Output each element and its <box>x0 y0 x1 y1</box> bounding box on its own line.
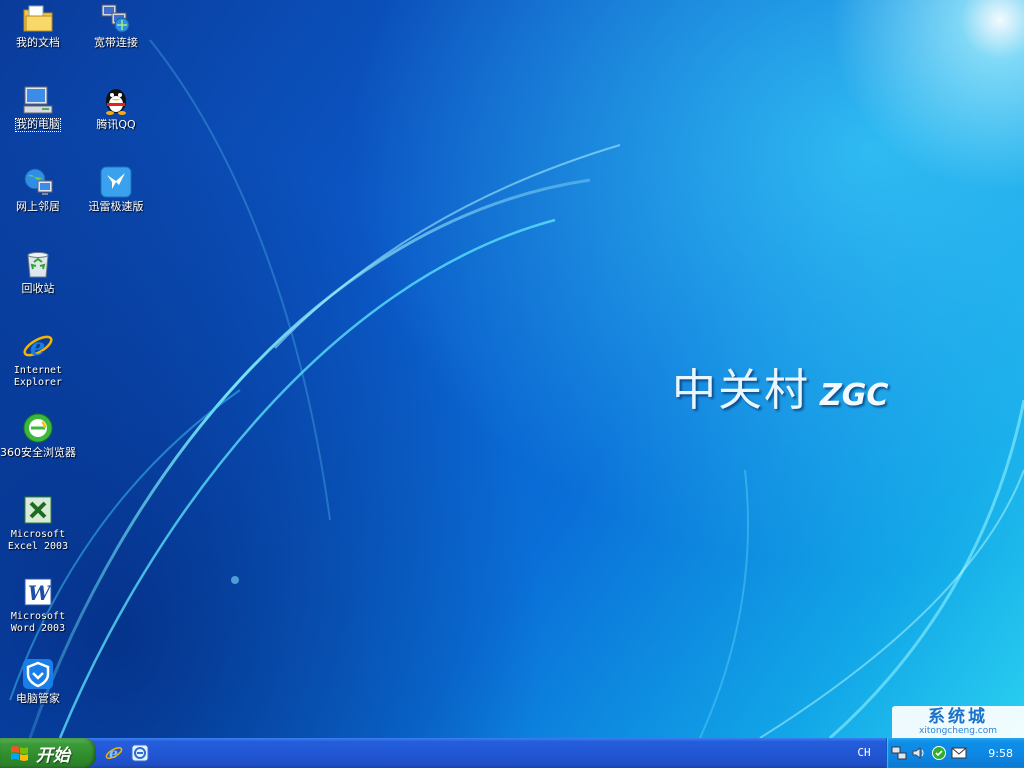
quicklaunch-ie-button[interactable]: e <box>104 743 124 763</box>
desktop-icon-label: 360安全浏览器 <box>0 446 76 459</box>
windows-logo-icon <box>11 746 28 761</box>
mail-icon[interactable] <box>951 745 967 761</box>
volume-icon[interactable] <box>911 745 927 761</box>
desktop-icon-word[interactable]: W Microsoft Word 2003 <box>0 576 76 635</box>
desktop-icon-label: Internet Explorer <box>13 365 63 388</box>
desktop-icon-excel[interactable]: Microsoft Excel 2003 <box>0 494 76 553</box>
site-watermark: 系统城 xitongcheng.com <box>892 706 1024 738</box>
start-label: 开始 <box>36 745 70 766</box>
desktop-icon-network-places[interactable]: 网上邻居 <box>0 166 76 213</box>
desktop-icon-360-browser[interactable]: 360安全浏览器 <box>0 412 76 459</box>
qq-penguin-icon <box>100 84 132 116</box>
desktop-icon-label: 迅雷极速版 <box>88 200 144 213</box>
360-browser-icon <box>22 412 54 444</box>
network-places-icon <box>22 166 54 198</box>
svg-text:e: e <box>109 746 118 762</box>
desktop-icon-my-computer[interactable]: 我的电脑 <box>0 84 76 132</box>
svg-text:W: W <box>28 581 53 605</box>
word-icon: W <box>22 576 54 608</box>
desktop-icon-qq[interactable]: 腾讯QQ <box>78 84 154 131</box>
desktop-icon-pc-manager[interactable]: 电脑管家 <box>0 658 76 705</box>
desktop-icon-thunder[interactable]: 迅雷极速版 <box>78 166 154 213</box>
start-button[interactable]: 开始 <box>0 738 96 768</box>
internet-explorer-icon: e <box>22 330 54 362</box>
desktop-icon-label: Microsoft Word 2003 <box>10 611 66 634</box>
desktop-icon-label: 我的文档 <box>16 36 60 49</box>
desktop-icon-label: 我的电脑 <box>15 118 61 132</box>
pc-manager-shield-icon <box>22 658 54 690</box>
language-indicator[interactable]: CH <box>852 744 876 762</box>
my-documents-icon <box>22 2 54 34</box>
desktop-icon-label: 回收站 <box>21 282 55 295</box>
desktop-icon-label: Microsoft Excel 2003 <box>7 529 69 552</box>
desktop: 我的文档 宽带连接 我的电脑 腾讯QQ 网上邻居 迅雷极速版 回收站 e Int… <box>0 0 1024 738</box>
desktop-icon-recycle-bin[interactable]: 回收站 <box>0 248 76 295</box>
watermark-main: 系统城 <box>928 707 988 727</box>
desktop-icon-internet-explorer[interactable]: e Internet Explorer <box>0 330 76 389</box>
thunder-icon <box>100 166 132 198</box>
desktop-icon-label: 宽带连接 <box>94 36 138 49</box>
watermark-sub: xitongcheng.com <box>919 726 997 736</box>
wallpaper-brand: 中关村 ZGC <box>672 354 888 418</box>
system-tray: 9:58 <box>886 738 1024 768</box>
desktop-icon-label: 网上邻居 <box>16 200 60 213</box>
clock[interactable]: 9:58 <box>988 747 1013 760</box>
desktop-icon-label: 电脑管家 <box>16 692 60 705</box>
recycle-bin-icon <box>22 248 54 280</box>
taskbar: 开始 e CH 9:58 <box>0 738 1024 768</box>
360-browser-icon <box>131 744 149 762</box>
svg-text:e: e <box>30 332 45 361</box>
excel-icon <box>22 494 54 526</box>
network-icon[interactable] <box>891 745 907 761</box>
quick-launch: e <box>104 743 150 763</box>
security-icon[interactable] <box>931 745 947 761</box>
quicklaunch-360-browser-button[interactable] <box>130 743 150 763</box>
desktop-icon-my-documents[interactable]: 我的文档 <box>0 2 76 49</box>
desktop-icon-broadband-connection[interactable]: 宽带连接 <box>78 2 154 49</box>
brand-english: ZGC <box>820 378 889 413</box>
brand-chinese: 中关村 <box>672 365 810 416</box>
my-computer-icon <box>22 84 54 116</box>
desktop-icon-label: 腾讯QQ <box>96 118 136 131</box>
internet-explorer-icon: e <box>105 746 123 762</box>
broadband-connection-icon <box>100 2 132 34</box>
